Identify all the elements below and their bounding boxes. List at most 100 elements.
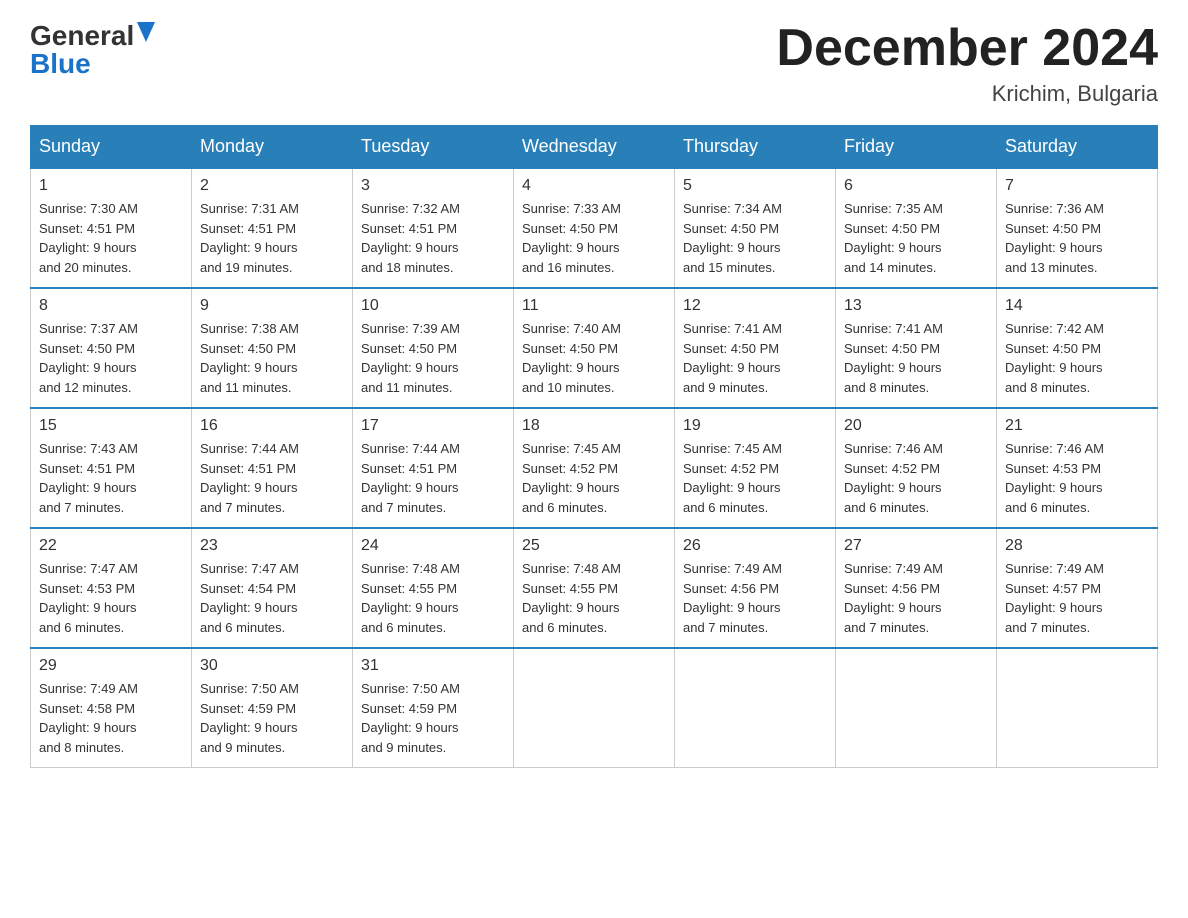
calendar-cell: 2 Sunrise: 7:31 AM Sunset: 4:51 PM Dayli… <box>192 168 353 288</box>
day-info: Sunrise: 7:46 AM Sunset: 4:53 PM Dayligh… <box>1005 439 1149 517</box>
day-number: 23 <box>200 537 344 555</box>
day-number: 4 <box>522 177 666 195</box>
calendar-cell: 27 Sunrise: 7:49 AM Sunset: 4:56 PM Dayl… <box>836 528 997 648</box>
calendar-cell <box>836 648 997 768</box>
day-number: 26 <box>683 537 827 555</box>
calendar-cell <box>675 648 836 768</box>
day-number: 5 <box>683 177 827 195</box>
day-number: 15 <box>39 417 183 435</box>
day-info: Sunrise: 7:49 AM Sunset: 4:56 PM Dayligh… <box>844 559 988 637</box>
month-title: December 2024 <box>776 20 1158 77</box>
day-info: Sunrise: 7:50 AM Sunset: 4:59 PM Dayligh… <box>361 679 505 757</box>
calendar-week-row-5: 29 Sunrise: 7:49 AM Sunset: 4:58 PM Dayl… <box>31 648 1158 768</box>
day-number: 25 <box>522 537 666 555</box>
day-info: Sunrise: 7:44 AM Sunset: 4:51 PM Dayligh… <box>200 439 344 517</box>
calendar-cell: 9 Sunrise: 7:38 AM Sunset: 4:50 PM Dayli… <box>192 288 353 408</box>
day-info: Sunrise: 7:33 AM Sunset: 4:50 PM Dayligh… <box>522 199 666 277</box>
day-number: 19 <box>683 417 827 435</box>
calendar-cell: 28 Sunrise: 7:49 AM Sunset: 4:57 PM Dayl… <box>997 528 1158 648</box>
calendar-cell: 22 Sunrise: 7:47 AM Sunset: 4:53 PM Dayl… <box>31 528 192 648</box>
day-info: Sunrise: 7:38 AM Sunset: 4:50 PM Dayligh… <box>200 319 344 397</box>
col-header-saturday: Saturday <box>997 126 1158 169</box>
calendar-cell <box>514 648 675 768</box>
col-header-friday: Friday <box>836 126 997 169</box>
calendar-cell: 5 Sunrise: 7:34 AM Sunset: 4:50 PM Dayli… <box>675 168 836 288</box>
calendar-table: Sunday Monday Tuesday Wednesday Thursday… <box>30 125 1158 768</box>
day-info: Sunrise: 7:36 AM Sunset: 4:50 PM Dayligh… <box>1005 199 1149 277</box>
calendar-cell: 7 Sunrise: 7:36 AM Sunset: 4:50 PM Dayli… <box>997 168 1158 288</box>
col-header-sunday: Sunday <box>31 126 192 169</box>
calendar-cell: 24 Sunrise: 7:48 AM Sunset: 4:55 PM Dayl… <box>353 528 514 648</box>
day-number: 16 <box>200 417 344 435</box>
calendar-cell: 10 Sunrise: 7:39 AM Sunset: 4:50 PM Dayl… <box>353 288 514 408</box>
day-number: 21 <box>1005 417 1149 435</box>
day-info: Sunrise: 7:49 AM Sunset: 4:57 PM Dayligh… <box>1005 559 1149 637</box>
calendar-cell <box>997 648 1158 768</box>
calendar-cell: 31 Sunrise: 7:50 AM Sunset: 4:59 PM Dayl… <box>353 648 514 768</box>
calendar-cell: 12 Sunrise: 7:41 AM Sunset: 4:50 PM Dayl… <box>675 288 836 408</box>
day-info: Sunrise: 7:39 AM Sunset: 4:50 PM Dayligh… <box>361 319 505 397</box>
logo-triangle-icon <box>137 22 155 42</box>
day-number: 9 <box>200 297 344 315</box>
day-info: Sunrise: 7:41 AM Sunset: 4:50 PM Dayligh… <box>844 319 988 397</box>
day-number: 20 <box>844 417 988 435</box>
calendar-cell: 23 Sunrise: 7:47 AM Sunset: 4:54 PM Dayl… <box>192 528 353 648</box>
day-number: 6 <box>844 177 988 195</box>
day-info: Sunrise: 7:37 AM Sunset: 4:50 PM Dayligh… <box>39 319 183 397</box>
calendar-cell: 11 Sunrise: 7:40 AM Sunset: 4:50 PM Dayl… <box>514 288 675 408</box>
calendar-cell: 20 Sunrise: 7:46 AM Sunset: 4:52 PM Dayl… <box>836 408 997 528</box>
calendar-cell: 18 Sunrise: 7:45 AM Sunset: 4:52 PM Dayl… <box>514 408 675 528</box>
calendar-cell: 14 Sunrise: 7:42 AM Sunset: 4:50 PM Dayl… <box>997 288 1158 408</box>
day-number: 13 <box>844 297 988 315</box>
calendar-cell: 30 Sunrise: 7:50 AM Sunset: 4:59 PM Dayl… <box>192 648 353 768</box>
logo-blue-text: Blue <box>30 48 91 79</box>
day-number: 7 <box>1005 177 1149 195</box>
day-number: 18 <box>522 417 666 435</box>
calendar-cell: 3 Sunrise: 7:32 AM Sunset: 4:51 PM Dayli… <box>353 168 514 288</box>
day-info: Sunrise: 7:31 AM Sunset: 4:51 PM Dayligh… <box>200 199 344 277</box>
calendar-cell: 26 Sunrise: 7:49 AM Sunset: 4:56 PM Dayl… <box>675 528 836 648</box>
day-number: 28 <box>1005 537 1149 555</box>
col-header-tuesday: Tuesday <box>353 126 514 169</box>
day-number: 30 <box>200 657 344 675</box>
day-info: Sunrise: 7:40 AM Sunset: 4:50 PM Dayligh… <box>522 319 666 397</box>
day-number: 10 <box>361 297 505 315</box>
col-header-monday: Monday <box>192 126 353 169</box>
day-number: 2 <box>200 177 344 195</box>
page-header: General Blue December 2024 Krichim, Bulg… <box>30 20 1158 107</box>
calendar-week-row-1: 1 Sunrise: 7:30 AM Sunset: 4:51 PM Dayli… <box>31 168 1158 288</box>
day-info: Sunrise: 7:48 AM Sunset: 4:55 PM Dayligh… <box>361 559 505 637</box>
day-number: 29 <box>39 657 183 675</box>
day-number: 14 <box>1005 297 1149 315</box>
calendar-cell: 15 Sunrise: 7:43 AM Sunset: 4:51 PM Dayl… <box>31 408 192 528</box>
col-header-wednesday: Wednesday <box>514 126 675 169</box>
day-number: 24 <box>361 537 505 555</box>
calendar-cell: 13 Sunrise: 7:41 AM Sunset: 4:50 PM Dayl… <box>836 288 997 408</box>
calendar-header-row: Sunday Monday Tuesday Wednesday Thursday… <box>31 126 1158 169</box>
calendar-cell: 19 Sunrise: 7:45 AM Sunset: 4:52 PM Dayl… <box>675 408 836 528</box>
calendar-cell: 17 Sunrise: 7:44 AM Sunset: 4:51 PM Dayl… <box>353 408 514 528</box>
day-number: 12 <box>683 297 827 315</box>
calendar-cell: 29 Sunrise: 7:49 AM Sunset: 4:58 PM Dayl… <box>31 648 192 768</box>
location-subtitle: Krichim, Bulgaria <box>776 81 1158 107</box>
day-number: 17 <box>361 417 505 435</box>
calendar-week-row-3: 15 Sunrise: 7:43 AM Sunset: 4:51 PM Dayl… <box>31 408 1158 528</box>
calendar-cell: 6 Sunrise: 7:35 AM Sunset: 4:50 PM Dayli… <box>836 168 997 288</box>
day-info: Sunrise: 7:46 AM Sunset: 4:52 PM Dayligh… <box>844 439 988 517</box>
day-info: Sunrise: 7:44 AM Sunset: 4:51 PM Dayligh… <box>361 439 505 517</box>
day-number: 1 <box>39 177 183 195</box>
day-info: Sunrise: 7:47 AM Sunset: 4:53 PM Dayligh… <box>39 559 183 637</box>
day-info: Sunrise: 7:43 AM Sunset: 4:51 PM Dayligh… <box>39 439 183 517</box>
calendar-cell: 4 Sunrise: 7:33 AM Sunset: 4:50 PM Dayli… <box>514 168 675 288</box>
day-info: Sunrise: 7:48 AM Sunset: 4:55 PM Dayligh… <box>522 559 666 637</box>
calendar-cell: 25 Sunrise: 7:48 AM Sunset: 4:55 PM Dayl… <box>514 528 675 648</box>
col-header-thursday: Thursday <box>675 126 836 169</box>
calendar-cell: 8 Sunrise: 7:37 AM Sunset: 4:50 PM Dayli… <box>31 288 192 408</box>
title-area: December 2024 Krichim, Bulgaria <box>776 20 1158 107</box>
day-number: 3 <box>361 177 505 195</box>
calendar-cell: 1 Sunrise: 7:30 AM Sunset: 4:51 PM Dayli… <box>31 168 192 288</box>
day-number: 22 <box>39 537 183 555</box>
day-number: 27 <box>844 537 988 555</box>
day-number: 11 <box>522 297 666 315</box>
day-info: Sunrise: 7:45 AM Sunset: 4:52 PM Dayligh… <box>522 439 666 517</box>
